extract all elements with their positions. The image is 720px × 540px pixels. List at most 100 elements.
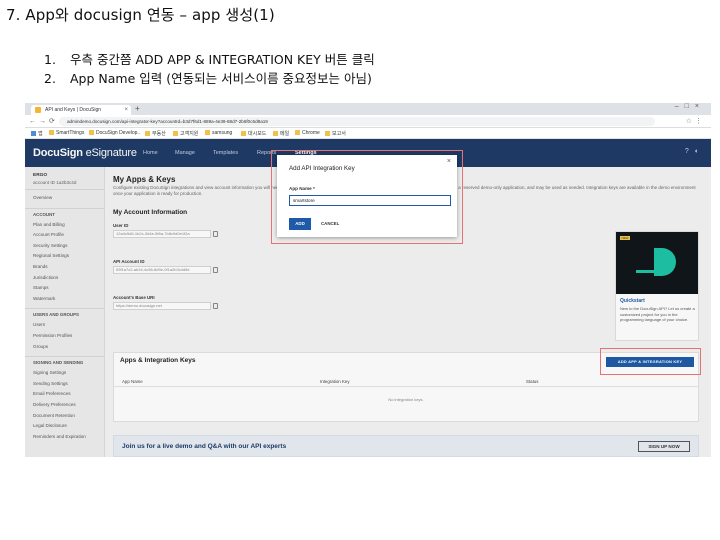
bookmarks-bar: 앱 SmartThings DocuSign Develop.. 부동산 고객지… (25, 128, 711, 139)
banner-text: Join us for a live demo and Q&A with our… (122, 443, 287, 450)
user-account: account ID 1a2b3c4d (33, 180, 77, 185)
sidebar-item[interactable]: Sending Settings (33, 381, 68, 386)
user-id-field: 12a4c5d6-1b2c-3d4e-5f6a-7b8c9d0e1f2a (113, 230, 211, 238)
quickstart-card[interactable]: NEW Quickstart New to the DocuSign API? … (615, 231, 699, 341)
sidebar-item[interactable]: Overview (33, 195, 52, 200)
divider (25, 189, 105, 190)
sidebar-item[interactable]: Reminders and Expiration (33, 434, 86, 439)
add-button-highlight-box (600, 348, 701, 375)
user-name: ERGO (33, 173, 48, 178)
star-icon[interactable]: ☆⋮ (686, 117, 705, 125)
base-uri-field: https://demo.docusign.net (113, 302, 211, 310)
folder-icon (145, 131, 150, 136)
page-title: My Apps & Keys (113, 175, 176, 184)
bookmark-item[interactable]: SmartThings (49, 130, 84, 136)
bookmark-item[interactable]: 앱 (31, 130, 43, 137)
bookmark-item[interactable]: 부동산 (145, 130, 166, 137)
steps-list: 1. 우측 중간쯤 ADD APP & INTEGRATION KEY 버튼 클… (44, 50, 375, 88)
folder-icon (325, 131, 330, 136)
column-header[interactable]: Status (526, 379, 538, 384)
api-account-id-field: 09f1a7c2-ab34-4c56-8d9e-0f1a2b3c4d5e (113, 266, 211, 274)
copy-icon[interactable] (213, 303, 218, 309)
sidebar-section-heading: ACCOUNT (33, 211, 55, 217)
new-badge: NEW (620, 236, 630, 240)
docusign-logo[interactable]: DocuSign eSignature (33, 147, 137, 159)
step-number: 2. (44, 71, 56, 86)
sidebar-item[interactable]: Legal Disclosure (33, 423, 67, 428)
sidebar-item[interactable]: Account Profile (33, 232, 64, 237)
modal-highlight-box (271, 150, 463, 244)
copy-icon[interactable] (213, 267, 218, 273)
folder-icon (295, 130, 300, 135)
sidebar-section-heading: USERS AND GROUPS (33, 312, 79, 318)
step-text: 우측 중간쯤 ADD APP & INTEGRATION KEY 버튼 클릭 (70, 52, 375, 67)
bookmark-item[interactable]: 대시보드 (241, 130, 266, 137)
favicon-icon (35, 107, 41, 113)
folder-icon (49, 130, 54, 135)
bookmark-item[interactable]: 보고서 (325, 130, 346, 137)
bookmark-item[interactable]: DocuSign Develop.. (89, 130, 140, 136)
copy-icon[interactable] (213, 231, 218, 237)
folder-icon (241, 131, 246, 136)
window-controls-icon[interactable]: –□× (675, 103, 705, 110)
sidebar-item[interactable]: Document Retention (33, 413, 75, 418)
keys-table-header: App Name Integration Key Status (114, 377, 698, 387)
close-icon[interactable]: × (124, 105, 128, 115)
quickstart-title[interactable]: Quickstart (620, 298, 645, 304)
nav-templates[interactable]: Templates (213, 150, 238, 156)
browser-tab[interactable]: API and Keys | DocuSign × (31, 105, 131, 115)
sidebar-item[interactable]: Security Settings (33, 243, 67, 248)
sidebar-user: ERGO account ID 1a2b3c4d (33, 173, 76, 185)
bookmark-item[interactable]: 고객지원 (173, 130, 198, 137)
logo-bar-shape (636, 270, 654, 273)
sidebar-item[interactable]: Groups (33, 344, 48, 349)
nav-home[interactable]: Home (143, 150, 158, 156)
sidebar-item[interactable]: Delivery Preferences (33, 402, 76, 407)
folder-icon (205, 130, 210, 135)
logo-d-shape (654, 248, 676, 276)
divider (25, 356, 105, 358)
divider (25, 308, 105, 310)
sidebar-item[interactable]: Permission Profiles (33, 333, 72, 338)
sidebar-item[interactable]: Brands (33, 264, 48, 269)
tab-bar: API and Keys | DocuSign × + –□× (25, 103, 711, 115)
step-item: 1. 우측 중간쯤 ADD APP & INTEGRATION KEY 버튼 클… (44, 50, 375, 69)
bookmark-item[interactable]: Chrome (295, 130, 320, 136)
sidebar-item[interactable]: Jurisdictions (33, 275, 58, 280)
bookmark-item[interactable]: 메일 (273, 130, 289, 137)
empty-state: No integration keys. (388, 397, 424, 402)
sidebar-item[interactable]: Stamps (33, 285, 49, 290)
address-bar: ←→⟳ admindemo.docusign.com/api-integrato… (25, 115, 711, 128)
step-number: 1. (44, 52, 56, 67)
tab-title: API and Keys | DocuSign (45, 107, 102, 113)
nav-manage[interactable]: Manage (175, 150, 195, 156)
sidebar-item[interactable]: Email Preferences (33, 391, 71, 396)
folder-icon (273, 131, 278, 136)
sidebar-item[interactable]: Watermark (33, 296, 55, 301)
browser-screenshot: API and Keys | DocuSign × + –□× ←→⟳ admi… (25, 103, 711, 457)
sign-up-button[interactable]: SIGN UP NOW (638, 441, 690, 452)
column-header[interactable]: Integration Key (320, 379, 350, 384)
field-label: Account's Base URI (113, 295, 155, 300)
live-demo-banner: Join us for a live demo and Q&A with our… (113, 435, 699, 457)
step-text: App Name 입력 (연동되는 서비스이름 중요정보는 아님) (70, 71, 372, 86)
sidebar-item[interactable]: Signing Settings (33, 370, 66, 375)
field-label: API Account ID (113, 259, 145, 264)
quickstart-image: NEW (616, 232, 698, 294)
quickstart-text: New to the DocuSign API? Let us create a… (620, 306, 695, 322)
url-input[interactable]: admindemo.docusign.com/api-integrator-ke… (59, 117, 655, 126)
sidebar-section-heading: SIGNING AND SENDING (33, 360, 84, 366)
column-header[interactable]: App Name (122, 379, 143, 384)
bookmark-item[interactable]: samsung (205, 130, 232, 136)
folder-icon (173, 131, 178, 136)
account-info-title: My Account Information (113, 209, 188, 216)
nav-arrows-icon[interactable]: ←→⟳ (29, 117, 58, 125)
sidebar-item[interactable]: Regional Settings (33, 253, 69, 258)
folder-icon (89, 130, 94, 135)
new-tab-icon[interactable]: + (135, 104, 140, 113)
sidebar-item[interactable]: Plan and Billing (33, 222, 65, 227)
apps-icon (31, 131, 36, 136)
divider (25, 207, 105, 209)
help-icon[interactable]: ?◐ (685, 148, 705, 155)
sidebar-item[interactable]: Users (33, 322, 45, 327)
